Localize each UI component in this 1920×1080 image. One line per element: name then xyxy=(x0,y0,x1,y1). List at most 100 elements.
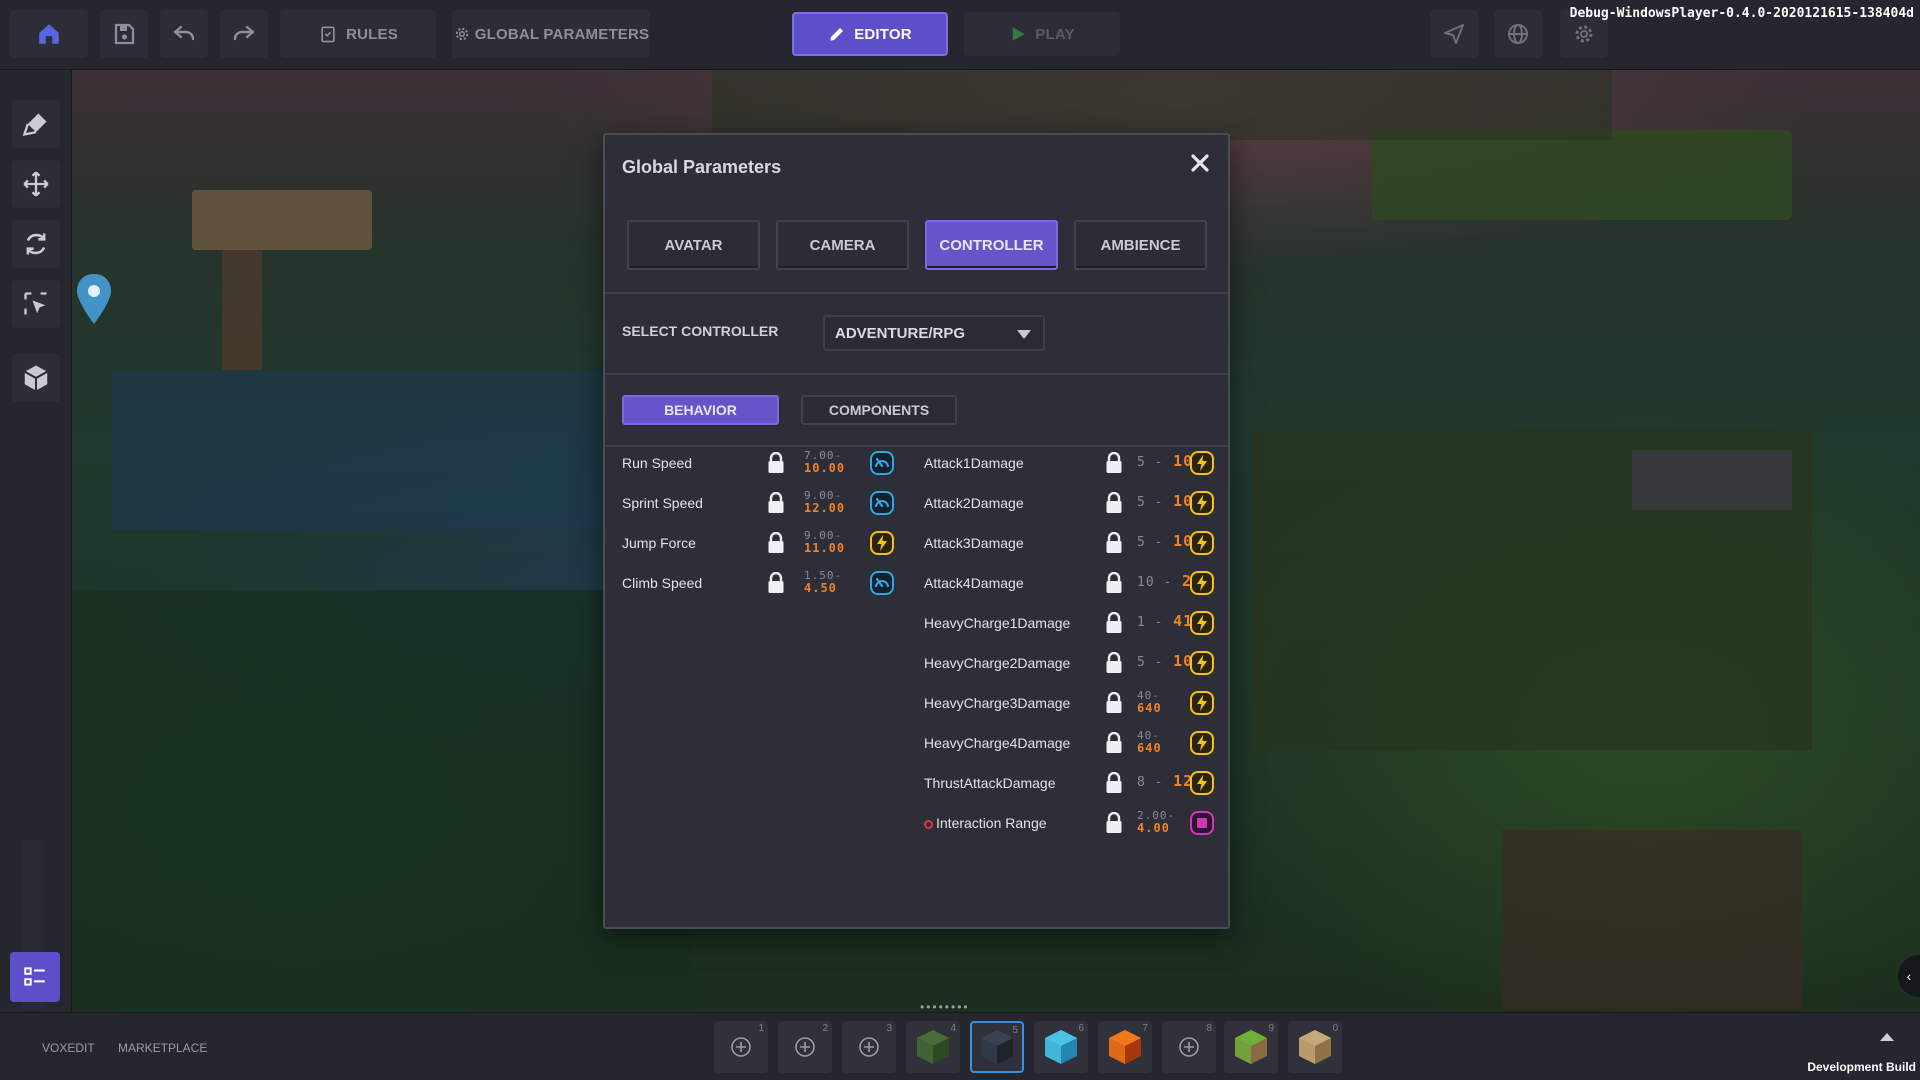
param-max: 12.00 xyxy=(804,501,846,515)
global-parameters-button[interactable]: GLOBAL PARAMETERS xyxy=(452,10,650,58)
param-min: 8 - xyxy=(1137,775,1164,790)
param-values[interactable]: 40- 640 xyxy=(1137,689,1162,715)
location-marker-icon[interactable] xyxy=(74,272,114,328)
lightning-icon[interactable] xyxy=(1189,770,1215,796)
param-name: Attack3Damage xyxy=(924,535,1024,551)
tab-avatar[interactable]: AVATAR xyxy=(627,220,760,270)
param-row[interactable]: HeavyCharge3Damage 40- 640 xyxy=(924,689,1224,727)
param-row[interactable]: Attack2Damage 5 - 105 xyxy=(924,491,1224,527)
tab-controller[interactable]: CONTROLLER xyxy=(925,220,1058,270)
param-row[interactable]: Attack1Damage 5 - 105 xyxy=(924,451,1224,487)
lightning-icon[interactable] xyxy=(1189,690,1215,716)
hotbar-slot-7[interactable]: 7 xyxy=(1098,1021,1152,1073)
hotbar-slot-5[interactable]: 5 xyxy=(970,1021,1024,1073)
paint-tool-button[interactable] xyxy=(12,100,60,148)
param-values[interactable]: 2.00- 4.00 xyxy=(1137,809,1175,835)
param-values[interactable]: 40- 640 xyxy=(1137,729,1162,755)
expand-caret-icon[interactable] xyxy=(1880,1033,1894,1041)
param-row[interactable]: Attack3Damage 5 - 105 xyxy=(924,531,1224,567)
lightning-icon[interactable] xyxy=(1189,530,1215,556)
hotbar-slot-2[interactable]: 2 xyxy=(778,1021,832,1073)
speed-gauge-icon[interactable] xyxy=(869,570,895,596)
hotbar-slot-3[interactable]: 3 xyxy=(842,1021,896,1073)
lock-icon[interactable] xyxy=(767,491,785,514)
plant-block-icon xyxy=(917,1030,949,1064)
lightning-icon[interactable] xyxy=(1189,490,1215,516)
play-button[interactable]: PLAY xyxy=(964,12,1120,56)
tab-camera[interactable]: CAMERA xyxy=(776,220,909,270)
lock-icon[interactable] xyxy=(767,531,785,554)
speed-gauge-icon[interactable] xyxy=(869,490,895,516)
param-max: 640 xyxy=(1137,701,1162,715)
subtab-components[interactable]: COMPONENTS xyxy=(801,395,957,425)
param-row[interactable]: Sprint Speed 9.00- 12.00 xyxy=(622,489,902,527)
lock-icon[interactable] xyxy=(1105,811,1123,834)
add-block-button[interactable] xyxy=(12,354,60,402)
param-row[interactable]: ThrustAttackDamage 8 - 128 xyxy=(924,771,1224,807)
hotbar-slot-1[interactable]: 1 xyxy=(714,1021,768,1073)
entity-list-button[interactable] xyxy=(10,952,60,1002)
hotbar-slot-0[interactable]: 0 xyxy=(1288,1021,1342,1073)
magenta-box-icon[interactable] xyxy=(1189,810,1215,836)
hotbar-slot-4[interactable]: 4 xyxy=(906,1021,960,1073)
controller-dropdown[interactable]: ADVENTURE/RPG xyxy=(823,315,1045,351)
lightning-icon[interactable] xyxy=(1189,650,1215,676)
lightning-icon[interactable] xyxy=(1189,610,1215,636)
lock-icon[interactable] xyxy=(1105,571,1123,594)
lightning-icon[interactable] xyxy=(1189,570,1215,596)
lightning-icon[interactable] xyxy=(1189,730,1215,756)
close-button[interactable] xyxy=(1188,151,1212,175)
tab-ambience[interactable]: AMBIENCE xyxy=(1074,220,1207,270)
param-row[interactable]: Climb Speed 1.50- 4.50 xyxy=(622,569,902,607)
param-row[interactable]: HeavyCharge1Damage 1 - 41 xyxy=(924,611,1224,647)
move-arrows-icon xyxy=(23,171,49,197)
lock-icon[interactable] xyxy=(1105,771,1123,794)
lock-icon[interactable] xyxy=(1105,651,1123,674)
rotate-tool-button[interactable] xyxy=(12,220,60,268)
lock-icon[interactable] xyxy=(767,451,785,474)
param-values[interactable]: 1 - 41 xyxy=(1137,611,1193,630)
undo-button[interactable] xyxy=(160,10,208,58)
editor-label: EDITOR xyxy=(854,25,912,43)
param-values[interactable]: 1.50- 4.50 xyxy=(804,569,842,595)
param-values[interactable]: 9.00- 12.00 xyxy=(804,489,845,515)
param-name-text: Interaction Range xyxy=(936,815,1047,831)
param-row[interactable]: HeavyCharge4Damage 40- 640 xyxy=(924,729,1224,767)
save-button[interactable] xyxy=(100,10,148,58)
lock-icon[interactable] xyxy=(1105,731,1123,754)
undo-icon xyxy=(173,25,195,41)
lightning-icon[interactable] xyxy=(1189,450,1215,476)
voxedit-link[interactable]: VOXEDIT xyxy=(42,1041,95,1055)
hotbar-slot-6[interactable]: 6 xyxy=(1034,1021,1088,1073)
hotbar-slot-9[interactable]: 9 xyxy=(1224,1021,1278,1073)
lava-block-icon xyxy=(1109,1030,1141,1064)
subtab-behavior[interactable]: BEHAVIOR xyxy=(622,395,779,425)
marketplace-link[interactable]: MARKETPLACE xyxy=(118,1041,207,1055)
select-tool-button[interactable] xyxy=(12,280,60,328)
param-row[interactable]: Interaction Range 2.00- 4.00 xyxy=(924,809,1224,847)
speed-gauge-icon[interactable] xyxy=(869,450,895,476)
redo-button[interactable] xyxy=(220,10,268,58)
lock-icon[interactable] xyxy=(1105,451,1123,474)
editor-button[interactable]: EDITOR xyxy=(792,12,948,56)
language-button[interactable] xyxy=(1494,10,1542,58)
hotbar-slot-8[interactable]: 8 xyxy=(1162,1021,1216,1073)
lock-icon[interactable] xyxy=(1105,691,1123,714)
param-row[interactable]: Attack4Damage10 - 210 xyxy=(924,571,1224,607)
param-row[interactable]: Run Speed 7.00- 10.00 xyxy=(622,449,902,487)
param-min: 1 - xyxy=(1137,615,1164,630)
param-values[interactable]: 7.00- 10.00 xyxy=(804,449,845,475)
lock-icon[interactable] xyxy=(767,571,785,594)
param-row[interactable]: Jump Force 9.00- 11.00 xyxy=(622,529,902,567)
home-button[interactable] xyxy=(10,10,88,58)
move-tool-button[interactable] xyxy=(12,160,60,208)
share-button[interactable] xyxy=(1430,10,1478,58)
rules-button[interactable]: RULES xyxy=(280,10,436,58)
lock-icon[interactable] xyxy=(1105,611,1123,634)
param-values[interactable]: 9.00- 11.00 xyxy=(804,529,845,555)
lightning-icon[interactable] xyxy=(869,530,895,556)
play-icon xyxy=(1013,27,1026,41)
param-row[interactable]: HeavyCharge2Damage 5 - 105 xyxy=(924,651,1224,687)
lock-icon[interactable] xyxy=(1105,491,1123,514)
lock-icon[interactable] xyxy=(1105,531,1123,554)
